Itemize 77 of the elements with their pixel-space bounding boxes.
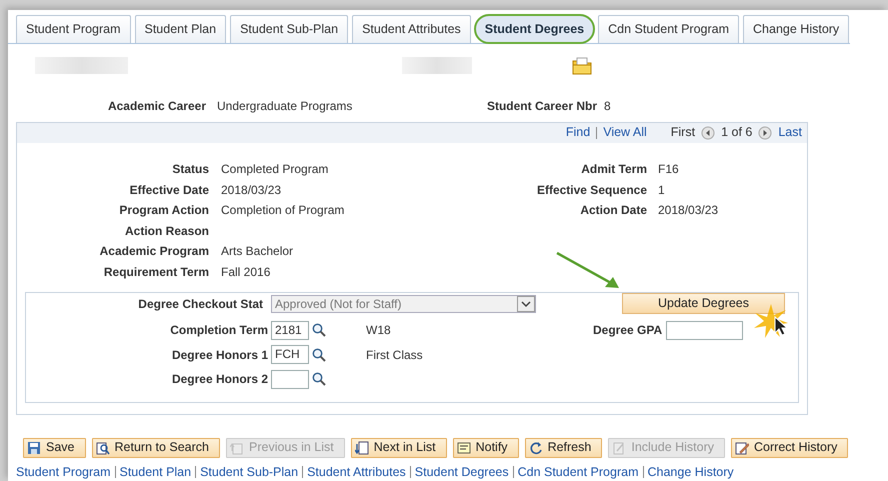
first-label: First — [670, 124, 696, 142]
toolbar-button[interactable]: Save — [23, 438, 86, 458]
field-label: Student Career Nbr — [486, 98, 597, 115]
field-label: Degree GPA — [593, 322, 662, 339]
toolbar-button[interactable]: Notify — [452, 438, 519, 458]
last-link[interactable]: Last — [778, 123, 802, 142]
footer-link[interactable]: Student Attributes — [307, 464, 406, 479]
pointer-arrow — [555, 251, 621, 289]
toolbar-button[interactable]: Next in List — [350, 438, 447, 458]
folder-icon[interactable] — [572, 56, 592, 75]
field-value: Completion of Program — [221, 202, 344, 219]
previous-icon[interactable] — [701, 126, 716, 140]
refresh-icon — [528, 440, 543, 455]
footer-link[interactable]: Student Plan — [120, 464, 192, 479]
cursor-icon — [753, 302, 789, 339]
field-value: 2018/03/23 — [658, 202, 718, 219]
field-label: Completion Term — [169, 322, 268, 339]
tab[interactable]: Cdn Student Program — [598, 15, 740, 43]
footer-link[interactable]: Student Degrees — [414, 464, 509, 479]
field-label: Effective Date — [128, 182, 209, 198]
view-all-link[interactable]: View All — [603, 123, 647, 142]
field-label: Program Action — [118, 202, 209, 219]
field-label: Status — [171, 161, 209, 178]
field-label: Degree Honors 1 — [170, 346, 268, 364]
page-icon — [230, 440, 244, 455]
toolbar-button[interactable]: Return to Search — [92, 438, 220, 458]
field-description: First Class — [366, 346, 424, 364]
find-link[interactable]: Find — [566, 123, 590, 142]
tab[interactable]: Student Attributes — [352, 15, 471, 43]
footer-link[interactable]: Change History — [648, 464, 734, 479]
next-icon[interactable] — [758, 126, 772, 140]
update-degrees-button[interactable]: Update Degrees — [622, 293, 785, 314]
field-description: W18 — [366, 322, 392, 339]
search-icon — [96, 440, 110, 455]
save-icon — [27, 440, 41, 455]
tab[interactable]: Student Sub-Plan — [230, 15, 348, 43]
toolbar-button[interactable]: Correct History — [731, 438, 848, 458]
field-label: Effective Sequence — [536, 182, 647, 198]
input-field[interactable] — [271, 370, 309, 388]
field-label: Academic Program — [98, 243, 209, 260]
toolbar-button[interactable]: Refresh — [524, 438, 602, 458]
footer-link[interactable]: Cdn Student Program — [518, 464, 638, 479]
search-icon[interactable] — [312, 323, 326, 337]
status-dropdown[interactable]: Approved (Not for Staff) — [271, 294, 536, 313]
blurred-block — [402, 57, 472, 74]
field-label: Degree Honors 2 — [170, 371, 268, 388]
input-field[interactable]: FCH — [271, 345, 309, 364]
field-label: Academic Career — [106, 98, 206, 115]
search-icon[interactable] — [312, 348, 326, 362]
tab[interactable]: Student Plan — [134, 15, 226, 43]
field-label: Action Date — [579, 202, 647, 219]
field-value: F16 — [658, 161, 679, 178]
tab[interactable]: Student Program — [16, 15, 130, 43]
field-value: 2018/03/23 — [221, 182, 282, 198]
footer-link[interactable]: Student Sub-Plan — [200, 464, 298, 479]
note-icon — [456, 440, 471, 455]
search-icon[interactable] — [312, 372, 326, 386]
field-label: Action Reason — [124, 222, 209, 240]
tab[interactable]: Change History — [743, 15, 850, 43]
field-value: Undergraduate Programs — [217, 98, 354, 115]
field-value: Completed Program — [221, 161, 328, 178]
field-label: Requirement Term — [102, 264, 209, 280]
page-icon — [612, 440, 626, 455]
page-counter: 1 of 6 — [721, 124, 752, 142]
field-label: Degree Checkout Stat — [137, 296, 263, 313]
field-label: Admit Term — [580, 161, 647, 178]
input-field[interactable]: 2181 — [271, 320, 309, 340]
pencil-icon — [735, 440, 750, 455]
input-field[interactable] — [666, 320, 744, 340]
tab[interactable]: Student Degrees — [474, 15, 594, 43]
field-value: Fall 2016 — [221, 264, 270, 280]
footer-link[interactable]: Student Program — [16, 464, 110, 479]
field-value: 1 — [658, 182, 665, 198]
caret-icon — [517, 296, 535, 312]
field-value: Arts Bachelor — [221, 243, 294, 260]
page-icon — [354, 440, 369, 455]
field-value: 8 — [604, 98, 611, 115]
